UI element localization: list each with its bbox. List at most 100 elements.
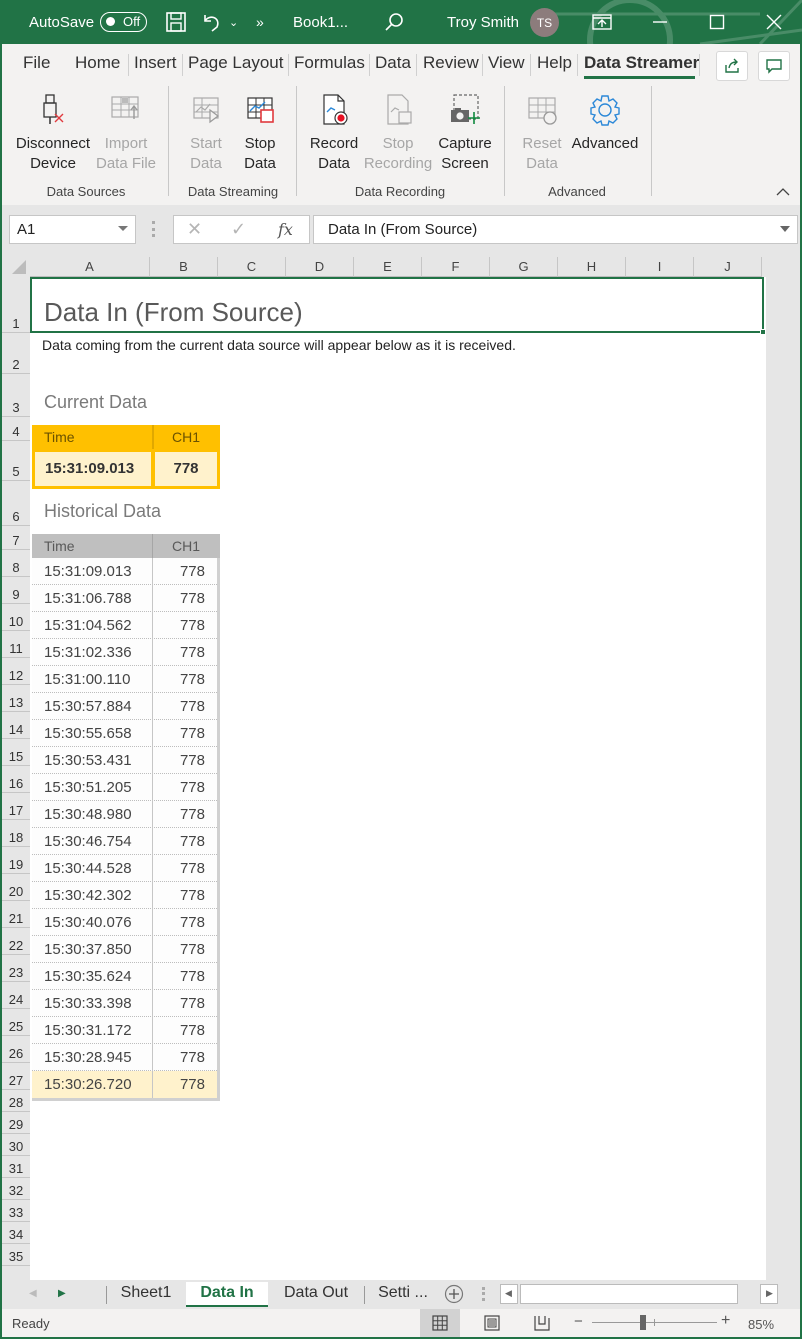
row-header-23[interactable]: 23 [2, 955, 30, 982]
ch1-cell[interactable]: 778 [180, 779, 205, 796]
ch1-cell[interactable]: 778 [180, 725, 205, 742]
tab-view[interactable]: View [488, 53, 525, 73]
ch1-cell[interactable]: 778 [180, 941, 205, 958]
sheet-tab-data-in[interactable]: Data In [186, 1282, 268, 1307]
column-header-b[interactable]: B [150, 257, 218, 277]
row-header-30[interactable]: 30 [2, 1134, 30, 1156]
new-sheet-button[interactable] [444, 1284, 464, 1309]
time-cell[interactable]: 15:30:35.624 [44, 968, 132, 985]
close-button[interactable] [766, 0, 782, 44]
tab-page-layout[interactable]: Page Layout [188, 53, 283, 73]
row-header-14[interactable]: 14 [2, 712, 30, 739]
reset-data-button[interactable]: Reset Data [520, 92, 564, 174]
formula-bar-resize-handle[interactable] [152, 221, 155, 237]
minimize-button[interactable] [652, 0, 668, 44]
row-header-29[interactable]: 29 [2, 1112, 30, 1134]
avatar[interactable]: TS [530, 8, 559, 37]
stop-recording-button[interactable]: Stop Recording [362, 92, 434, 174]
scroll-left-button[interactable]: ◀ [500, 1284, 518, 1304]
current-ch1-cell[interactable]: 778 [155, 452, 217, 486]
row-header-6[interactable]: 6 [2, 481, 30, 526]
time-cell[interactable]: 15:30:46.754 [44, 833, 132, 850]
tab-review[interactable]: Review [423, 53, 479, 73]
tab-formulas[interactable]: Formulas [294, 53, 365, 73]
ch1-cell[interactable]: 778 [180, 1049, 205, 1066]
chevron-down-icon[interactable] [118, 226, 128, 231]
advanced-button[interactable]: Advanced [569, 92, 641, 154]
record-data-button[interactable]: Record Data [306, 92, 362, 174]
select-all-button[interactable] [2, 257, 30, 277]
tab-file[interactable]: File [23, 53, 50, 73]
enter-icon[interactable]: ✓ [231, 219, 246, 240]
time-cell[interactable]: 15:30:53.431 [44, 752, 132, 769]
row-header-10[interactable]: 10 [2, 604, 30, 631]
comments-button[interactable] [758, 51, 790, 81]
tab-home[interactable]: Home [75, 53, 120, 73]
ribbon-display-options-button[interactable] [592, 0, 612, 44]
row-header-35[interactable]: 35 [2, 1244, 30, 1266]
ch1-cell[interactable]: 778 [180, 833, 205, 850]
capture-screen-button[interactable]: Capture Screen [435, 92, 495, 174]
column-header-h[interactable]: H [558, 257, 626, 277]
ch1-cell[interactable]: 778 [180, 617, 205, 634]
more-commands-button[interactable]: » [256, 0, 264, 44]
horizontal-scrollbar[interactable]: ◀ ▶ [500, 1284, 780, 1304]
time-cell[interactable]: 15:30:33.398 [44, 995, 132, 1012]
time-cell[interactable]: 15:31:06.788 [44, 590, 132, 607]
ch1-cell[interactable]: 778 [180, 563, 205, 580]
sheet-tab-sheet1[interactable]: Sheet1 [108, 1282, 184, 1307]
ch1-cell[interactable]: 778 [180, 806, 205, 823]
time-cell[interactable]: 15:30:48.980 [44, 806, 132, 823]
tabs-resize-handle[interactable] [482, 1287, 485, 1301]
import-data-file-button[interactable]: Import Data File [94, 92, 158, 174]
row-header-24[interactable]: 24 [2, 982, 30, 1009]
time-cell[interactable]: 15:30:26.720 [44, 1076, 132, 1093]
row-header-17[interactable]: 17 [2, 793, 30, 820]
sheet-tab-data-out[interactable]: Data Out [270, 1282, 362, 1307]
row-header-18[interactable]: 18 [2, 820, 30, 847]
row-header-25[interactable]: 25 [2, 1009, 30, 1036]
row-header-15[interactable]: 15 [2, 739, 30, 766]
current-time-cell[interactable]: 15:31:09.013 [35, 452, 151, 486]
time-cell[interactable]: 15:30:40.076 [44, 914, 132, 931]
row-header-28[interactable]: 28 [2, 1090, 30, 1112]
row-header-31[interactable]: 31 [2, 1156, 30, 1178]
normal-view-button[interactable] [420, 1309, 460, 1337]
share-button[interactable] [716, 51, 748, 81]
ch1-cell[interactable]: 778 [180, 671, 205, 688]
row-header-27[interactable]: 27 [2, 1063, 30, 1090]
ch1-cell[interactable]: 778 [180, 968, 205, 985]
time-cell[interactable]: 15:30:28.945 [44, 1049, 132, 1066]
row-header-20[interactable]: 20 [2, 874, 30, 901]
column-header-a[interactable]: A [30, 257, 150, 277]
tab-data-streamer[interactable]: Data Streamer [584, 53, 699, 73]
ch1-cell[interactable]: 778 [180, 644, 205, 661]
sheet-tab-settings[interactable]: Setti ... [368, 1282, 438, 1307]
tab-data[interactable]: Data [375, 53, 411, 73]
horizontal-scroll-thumb[interactable] [520, 1284, 738, 1304]
autosave-toggle[interactable]: Off [100, 12, 147, 32]
undo-button[interactable] [201, 0, 223, 44]
collapse-ribbon-button[interactable] [776, 184, 790, 200]
row-header-26[interactable]: 26 [2, 1036, 30, 1063]
zoom-slider[interactable] [592, 1315, 717, 1330]
time-cell[interactable]: 15:30:37.850 [44, 941, 132, 958]
time-cell[interactable]: 15:31:04.562 [44, 617, 132, 634]
time-cell[interactable]: 15:30:42.302 [44, 887, 132, 904]
row-header-1[interactable]: 1 [2, 277, 30, 333]
time-cell[interactable]: 15:30:55.658 [44, 725, 132, 742]
row-header-3[interactable]: 3 [2, 374, 30, 417]
user-name[interactable]: Troy Smith [447, 0, 519, 44]
row-header-5[interactable]: 5 [2, 441, 30, 481]
sheet-area[interactable]: Data In (From Source) Data coming from t… [30, 277, 766, 1280]
time-cell[interactable]: 15:31:02.336 [44, 644, 132, 661]
row-header-11[interactable]: 11 [2, 631, 30, 658]
insert-function-icon[interactable]: fx [278, 220, 293, 239]
zoom-out-button[interactable]: − [574, 1313, 583, 1330]
time-cell[interactable]: 15:31:09.013 [44, 563, 132, 580]
row-header-19[interactable]: 19 [2, 847, 30, 874]
row-header-22[interactable]: 22 [2, 928, 30, 955]
fill-handle[interactable] [760, 329, 766, 335]
row-header-33[interactable]: 33 [2, 1200, 30, 1222]
tab-insert[interactable]: Insert [134, 53, 177, 73]
